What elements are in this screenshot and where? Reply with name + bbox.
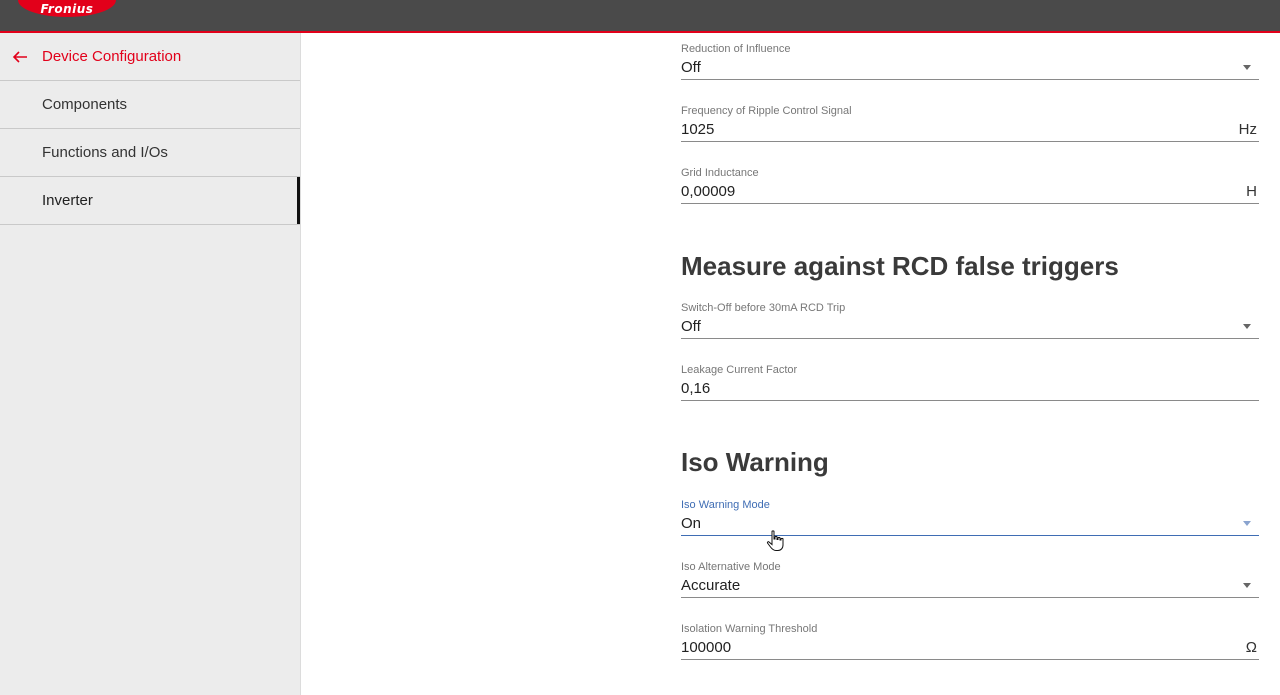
input-value: 0,16 (681, 380, 711, 397)
leakage-current-factor-field[interactable]: Leakage Current Factor 0,16 (681, 363, 1259, 401)
select-row[interactable]: Off (681, 56, 1259, 80)
select-value: Accurate (681, 577, 741, 594)
section-title-iso-warning: Iso Warning (681, 447, 829, 477)
input-row[interactable]: 0,16 (681, 377, 1259, 401)
sidebar-item-functions-and-ios[interactable]: Functions and I/Os (0, 129, 300, 177)
field-label: Isolation Warning Threshold (681, 623, 818, 635)
dropdown-caret-icon (1243, 65, 1251, 70)
brand-logo[interactable]: Fronius (18, 0, 116, 17)
back-label: Device Configuration (42, 48, 182, 65)
unit-label: H (1246, 183, 1257, 200)
back-to-device-configuration[interactable]: Device Configuration (0, 33, 300, 81)
main-content: Reduction of Influence Off Frequency of … (302, 35, 1280, 695)
sidebar-item-label: Functions and I/Os (42, 144, 168, 161)
sidebar-item-label: Inverter (42, 192, 93, 209)
input-value: 1025 (681, 121, 715, 138)
field-label: Frequency of Ripple Control Signal (681, 105, 852, 117)
switch-off-rcd-select[interactable]: Switch-Off before 30mA RCD Trip Off (681, 301, 1259, 339)
sidebar-item-components[interactable]: Components (0, 81, 300, 129)
field-label: Grid Inductance (681, 167, 759, 179)
unit-label: Hz (1238, 121, 1257, 138)
isolation-warning-threshold-field[interactable]: Isolation Warning Threshold 100000 Ω (681, 622, 1259, 660)
sidebar: Device Configuration Components Function… (0, 33, 301, 695)
input-value: 0,00009 (681, 183, 736, 200)
brand-logo-text: Fronius (40, 1, 94, 16)
grid-inductance-field[interactable]: Grid Inductance 0,00009 H (681, 166, 1259, 204)
input-value: 100000 (681, 639, 732, 656)
select-row[interactable]: Off (681, 315, 1259, 339)
dropdown-caret-icon (1243, 324, 1251, 329)
dropdown-caret-icon (1243, 521, 1251, 526)
arrow-left-icon (12, 48, 30, 66)
sidebar-item-label: Components (42, 96, 128, 113)
reduction-of-influence-select[interactable]: Reduction of Influence Off (681, 42, 1259, 80)
top-bar: Fronius (0, 0, 1280, 33)
select-value: Off (681, 318, 701, 335)
field-label: Iso Alternative Mode (681, 561, 781, 573)
iso-alternative-mode-select[interactable]: Iso Alternative Mode Accurate (681, 560, 1259, 598)
section-title-rcd: Measure against RCD false triggers (681, 251, 1119, 281)
sidebar-item-inverter[interactable]: Inverter (0, 177, 300, 225)
unit-label: Ω (1245, 639, 1257, 656)
field-label: Switch-Off before 30mA RCD Trip (681, 302, 846, 314)
field-label: Iso Warning Mode (681, 499, 770, 511)
input-row[interactable]: 0,00009 H (681, 180, 1259, 204)
select-row[interactable]: Accurate (681, 574, 1259, 598)
ripple-frequency-field[interactable]: Frequency of Ripple Control Signal 1025 … (681, 104, 1259, 142)
hand-pointer-cursor-icon (766, 530, 786, 552)
field-label: Reduction of Influence (681, 43, 791, 55)
input-row[interactable]: 100000 Ω (681, 636, 1259, 660)
field-label: Leakage Current Factor (681, 364, 798, 376)
dropdown-caret-icon (1243, 583, 1251, 588)
input-row[interactable]: 1025 Hz (681, 118, 1259, 142)
select-value: Off (681, 59, 701, 76)
